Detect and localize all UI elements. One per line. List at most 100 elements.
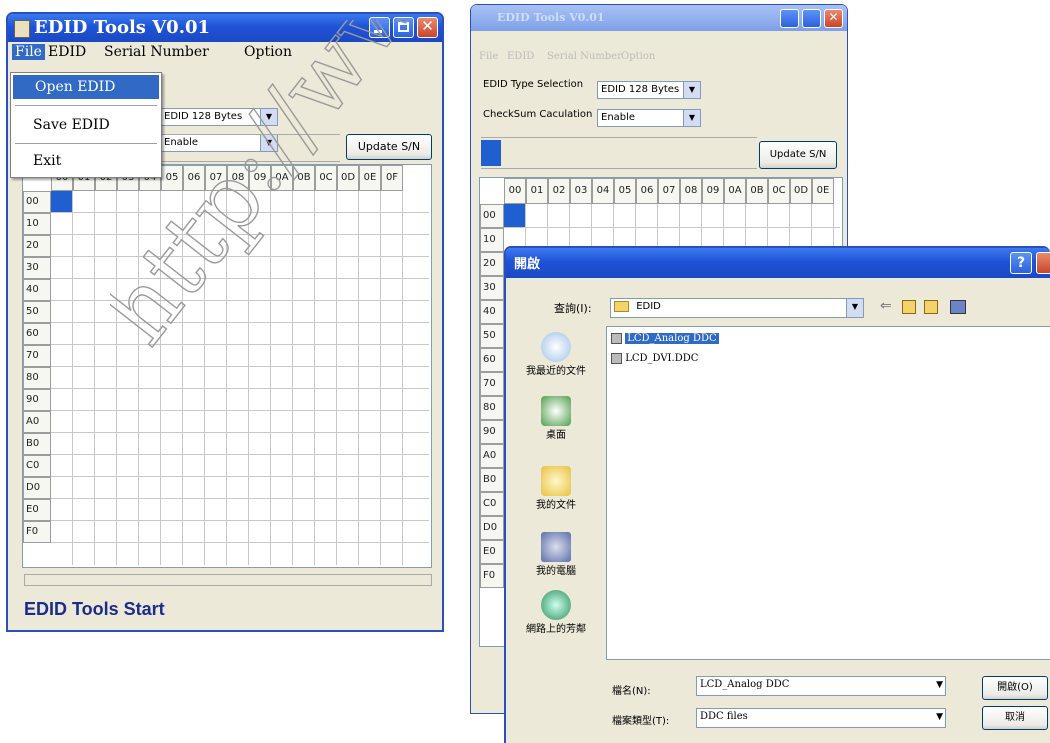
look-in-select[interactable]: EDID ▼ xyxy=(610,298,864,318)
look-in-value: EDID xyxy=(636,301,661,312)
selected-cell[interactable] xyxy=(51,191,72,212)
menu-item-open-edid[interactable]: Open EDID xyxy=(13,75,159,99)
close-button[interactable]: ✕ xyxy=(824,9,843,28)
column-header: 0F xyxy=(381,165,403,191)
place-network[interactable]: 網路上的芳鄰 xyxy=(516,590,596,635)
edid-hex-grid[interactable]: 000102030405060708090A0B0C0D0E0F00102030… xyxy=(22,164,432,568)
checksum-select[interactable]: Enable ▼ xyxy=(597,109,701,127)
row-header: 40 xyxy=(23,279,51,301)
grid-line xyxy=(51,410,429,411)
row-header: F0 xyxy=(480,564,504,588)
column-header: 0B xyxy=(293,165,315,191)
app-icon xyxy=(14,20,30,38)
row-header: A0 xyxy=(23,411,51,433)
chevron-down-icon[interactable]: ▼ xyxy=(846,299,863,317)
place-recent-documents[interactable]: 我最近的文件 xyxy=(516,332,596,377)
open-button[interactable]: 開啟(O) xyxy=(982,676,1048,700)
grid-line xyxy=(380,191,381,565)
place-desktop[interactable]: 桌面 xyxy=(516,396,596,441)
file-item[interactable]: LCD_DVI.DDC xyxy=(611,353,698,364)
dialog-title: 開啟 xyxy=(514,257,541,272)
update-sn-button[interactable]: Update S/N xyxy=(759,141,837,169)
recent-documents-icon xyxy=(541,332,571,362)
column-header: 0A xyxy=(271,165,293,191)
menu-file[interactable]: File xyxy=(12,44,45,60)
window-title: EDID Tools V0.01 xyxy=(497,11,605,24)
desktop-icon xyxy=(541,396,571,426)
grid-line xyxy=(51,278,429,279)
edid-type-select[interactable]: EDID 128 Bytes ▼ xyxy=(160,108,278,126)
column-header: 0A xyxy=(724,178,746,204)
chevron-down-icon[interactable]: ▼ xyxy=(683,82,700,98)
grid-line xyxy=(72,191,73,565)
cancel-button[interactable]: 取消 xyxy=(982,706,1048,730)
edid-type-select[interactable]: EDID 128 Bytes ▼ xyxy=(597,81,701,99)
grid-line xyxy=(336,191,337,565)
menu-item-save-edid[interactable]: Save EDID xyxy=(13,113,159,137)
maximize-icon xyxy=(398,22,409,32)
grid-line xyxy=(51,366,429,367)
maximize-button[interactable] xyxy=(802,9,821,28)
grid-line xyxy=(51,520,429,521)
close-button[interactable] xyxy=(1036,252,1050,274)
grid-line xyxy=(51,432,429,433)
column-header: 0B xyxy=(746,178,768,204)
column-header: 07 xyxy=(205,165,227,191)
grid-line xyxy=(51,344,429,345)
dialog-title-bar[interactable]: 開啟 ? xyxy=(506,248,1050,278)
place-label: 桌面 xyxy=(546,430,566,441)
row-header: 30 xyxy=(23,257,51,279)
filename-field[interactable]: LCD_Analog DDC ▼ xyxy=(696,676,946,696)
filetype-select[interactable]: DDC files ▼ xyxy=(696,708,946,728)
row-header: 60 xyxy=(23,323,51,345)
file-list[interactable]: LCD_Analog DDC LCD_DVI.DDC xyxy=(606,326,1050,660)
menu-edid[interactable]: EDID xyxy=(507,51,534,62)
menu-serial-number[interactable]: Serial Number xyxy=(547,51,622,62)
filetype-value: DDC files xyxy=(700,711,748,722)
view-menu-icon[interactable] xyxy=(950,300,966,314)
menu-item-exit[interactable]: Exit xyxy=(13,149,159,173)
row-header: C0 xyxy=(23,455,51,477)
look-in-label: 查詢(I): xyxy=(554,302,592,315)
selected-cell[interactable] xyxy=(504,204,525,227)
chevron-down-icon[interactable]: ▼ xyxy=(936,677,943,693)
menu-edid[interactable]: EDID xyxy=(48,44,86,60)
row-header: D0 xyxy=(23,477,51,499)
menu-file[interactable]: File xyxy=(479,51,498,62)
folder-icon xyxy=(614,300,629,312)
minimize-button[interactable] xyxy=(369,17,390,38)
back-arrow-icon[interactable]: ⇐ xyxy=(880,298,892,314)
help-button[interactable]: ? xyxy=(1010,252,1032,274)
row-header: 50 xyxy=(480,324,504,348)
new-folder-icon[interactable] xyxy=(924,300,938,314)
row-header: D0 xyxy=(480,516,504,540)
checksum-value: Enable xyxy=(601,112,636,123)
place-label: 網路上的芳鄰 xyxy=(526,624,586,635)
menu-option[interactable]: Option xyxy=(621,51,655,62)
menu-option[interactable]: Option xyxy=(244,44,292,60)
row-header: 40 xyxy=(480,300,504,324)
minimize-button[interactable] xyxy=(780,9,799,28)
chevron-down-icon[interactable]: ▼ xyxy=(260,109,277,125)
row-header: A0 xyxy=(480,444,504,468)
row-header: 80 xyxy=(23,367,51,389)
row-header: 60 xyxy=(480,348,504,372)
menu-serial-number[interactable]: Serial Number xyxy=(104,44,209,60)
place-my-computer[interactable]: 我的電腦 xyxy=(516,532,596,577)
maximize-button[interactable] xyxy=(393,17,414,38)
grid-line xyxy=(51,300,429,301)
up-folder-icon[interactable] xyxy=(902,300,916,314)
chevron-down-icon[interactable]: ▼ xyxy=(936,709,943,725)
place-my-documents[interactable]: 我的文件 xyxy=(516,466,596,511)
update-sn-button[interactable]: Update S/N xyxy=(346,134,432,160)
chevron-down-icon[interactable]: ▼ xyxy=(683,110,700,126)
title-bar[interactable]: EDID Tools V0.01 ✕ xyxy=(8,14,442,42)
title-bar[interactable]: EDID Tools V0.01 ✕ xyxy=(471,5,847,31)
column-header: 05 xyxy=(614,178,636,204)
serial-number-field[interactable] xyxy=(481,137,757,169)
file-item[interactable]: LCD_Analog DDC xyxy=(611,333,719,344)
file-icon xyxy=(611,353,622,364)
column-header: 09 xyxy=(249,165,271,191)
close-button[interactable]: ✕ xyxy=(417,17,438,38)
window-title: EDID Tools V0.01 xyxy=(34,17,211,38)
